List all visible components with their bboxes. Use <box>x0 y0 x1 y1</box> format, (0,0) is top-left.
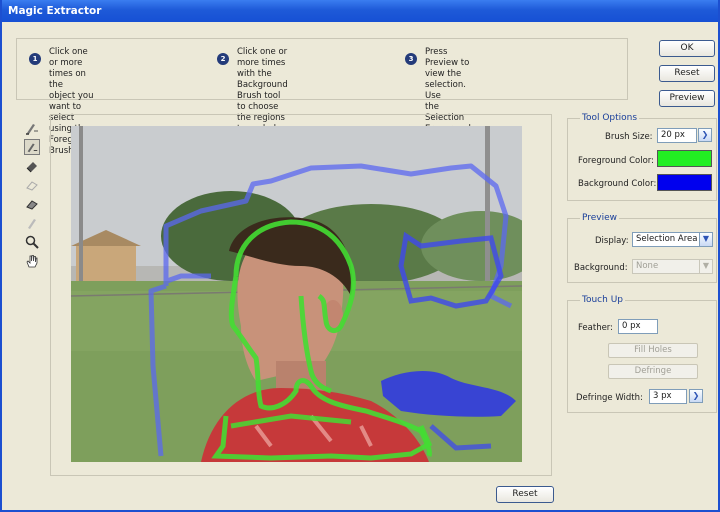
touch-up-legend: Touch Up <box>580 295 625 305</box>
fill-holes-button[interactable]: Fill Holes <box>608 343 698 358</box>
foreground-color-swatch[interactable] <box>657 150 712 167</box>
brush-size-field[interactable]: 20 px <box>657 128 697 143</box>
defringe-width-arrow-icon[interactable]: ❯ <box>689 389 703 403</box>
defringe-button[interactable]: Defringe <box>608 364 698 379</box>
step-2-number: 2 <box>217 53 229 65</box>
instructions-panel: 1 Click one or more times on the object … <box>16 38 628 200</box>
window-title: Magic Extractor <box>2 0 718 22</box>
display-select[interactable]: Selection Area <box>632 232 701 247</box>
smoothing-brush-icon[interactable] <box>24 215 40 231</box>
background-brush-icon[interactable] <box>24 139 40 155</box>
foreground-brush-icon[interactable] <box>24 120 40 136</box>
step-1-number: 1 <box>29 53 41 65</box>
display-dropdown-icon[interactable]: ▼ <box>699 232 713 247</box>
display-label: Display: <box>595 236 629 246</box>
foreground-color-label: Foreground Color: <box>578 156 655 166</box>
feather-label: Feather: <box>578 323 614 333</box>
background-label: Background: <box>574 263 628 273</box>
step-3-number: 3 <box>405 53 417 65</box>
hand-icon[interactable] <box>24 253 40 269</box>
brush-size-label: Brush Size: <box>605 132 653 142</box>
background-dropdown-icon[interactable]: ▼ <box>699 259 713 274</box>
remove-from-selection-icon[interactable] <box>24 196 40 212</box>
reset-button[interactable]: Reset <box>659 65 715 82</box>
tool-options-legend: Tool Options <box>580 113 640 123</box>
add-to-selection-icon[interactable] <box>24 177 40 193</box>
photo-canvas[interactable] <box>71 126 522 462</box>
canvas-reset-button[interactable]: Reset <box>496 486 554 503</box>
feather-field[interactable]: 0 px <box>618 319 658 334</box>
point-eraser-icon[interactable] <box>24 158 40 174</box>
tool-options-panel: Tool Options Brush Size: 20 px ❯ Foregro… <box>567 113 717 201</box>
background-color-swatch[interactable] <box>657 174 712 191</box>
preview-panel: Preview Display: Selection Area ▼ Backgr… <box>567 213 717 283</box>
background-color-label: Background Color: <box>578 179 657 189</box>
preview-button[interactable]: Preview <box>659 90 715 107</box>
brush-size-arrow-icon[interactable]: ❯ <box>698 128 712 142</box>
ok-button[interactable]: OK <box>659 40 715 57</box>
zoom-icon[interactable] <box>24 234 40 250</box>
touch-up-panel: Touch Up Feather: 0 px Fill Holes Defrin… <box>567 295 717 413</box>
preview-legend: Preview <box>580 213 620 223</box>
defringe-width-label: Defringe Width: <box>576 393 643 403</box>
background-select[interactable]: None <box>632 259 701 274</box>
defringe-width-field[interactable]: 3 px <box>649 389 687 404</box>
magic-extractor-window: Magic Extractor 1 Click one or more time… <box>0 0 720 512</box>
